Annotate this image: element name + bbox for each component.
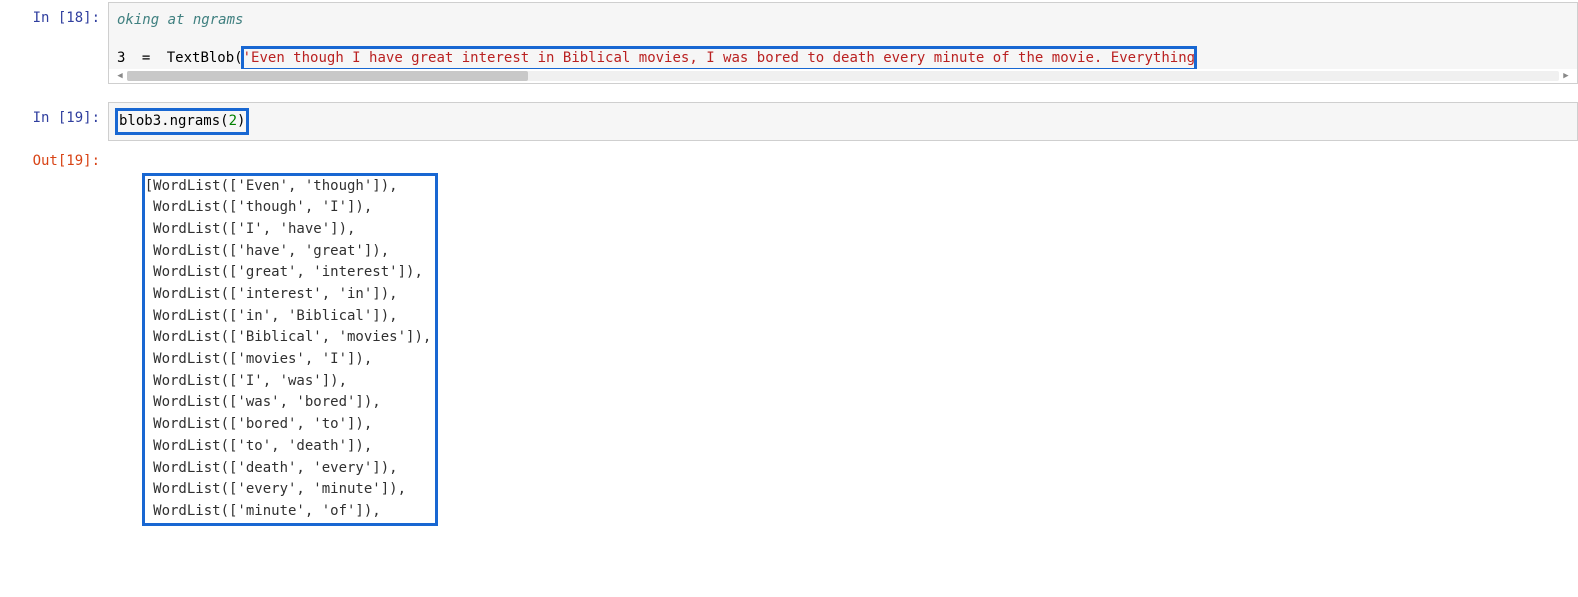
code-input-area[interactable]: oking at ngrams 3 = TextBlob('Even thoug… (108, 2, 1578, 84)
highlight-output: [WordList(['Even', 'though']), WordList(… (142, 173, 439, 526)
input-prompt: In [19]: (0, 102, 108, 130)
output-prompt: Out[19]: (0, 145, 108, 173)
input-prompt: In [18]: (0, 2, 108, 30)
code-cell-19: In [19]: blob3.ngrams(2) (0, 100, 1578, 143)
scroll-left-icon[interactable]: ◀ (115, 71, 125, 81)
code-comment: oking at ngrams (117, 12, 243, 28)
code-line: 3 = TextBlob('Even though I have great i… (109, 48, 1577, 68)
highlight-code: blob3.ngrams(2) (117, 110, 247, 133)
output-cell-19: Out[19]: [WordList(['Even', 'though']), … (0, 143, 1578, 549)
scroll-right-icon[interactable]: ▶ (1561, 71, 1571, 81)
output-area: [WordList(['Even', 'though']), WordList(… (108, 145, 1578, 547)
code-line: blob3.ngrams(2) (109, 110, 1577, 133)
code-input-area[interactable]: blob3.ngrams(2) (108, 102, 1578, 141)
horizontal-scrollbar[interactable]: ◀ ▶ (109, 69, 1577, 83)
scroll-thumb[interactable] (127, 71, 528, 81)
code-cell-18: In [18]: oking at ngrams 3 = TextBlob('E… (0, 0, 1578, 86)
highlight-string: 'Even though I have great interest in Bi… (243, 48, 1195, 68)
scroll-track[interactable] (127, 71, 1559, 81)
